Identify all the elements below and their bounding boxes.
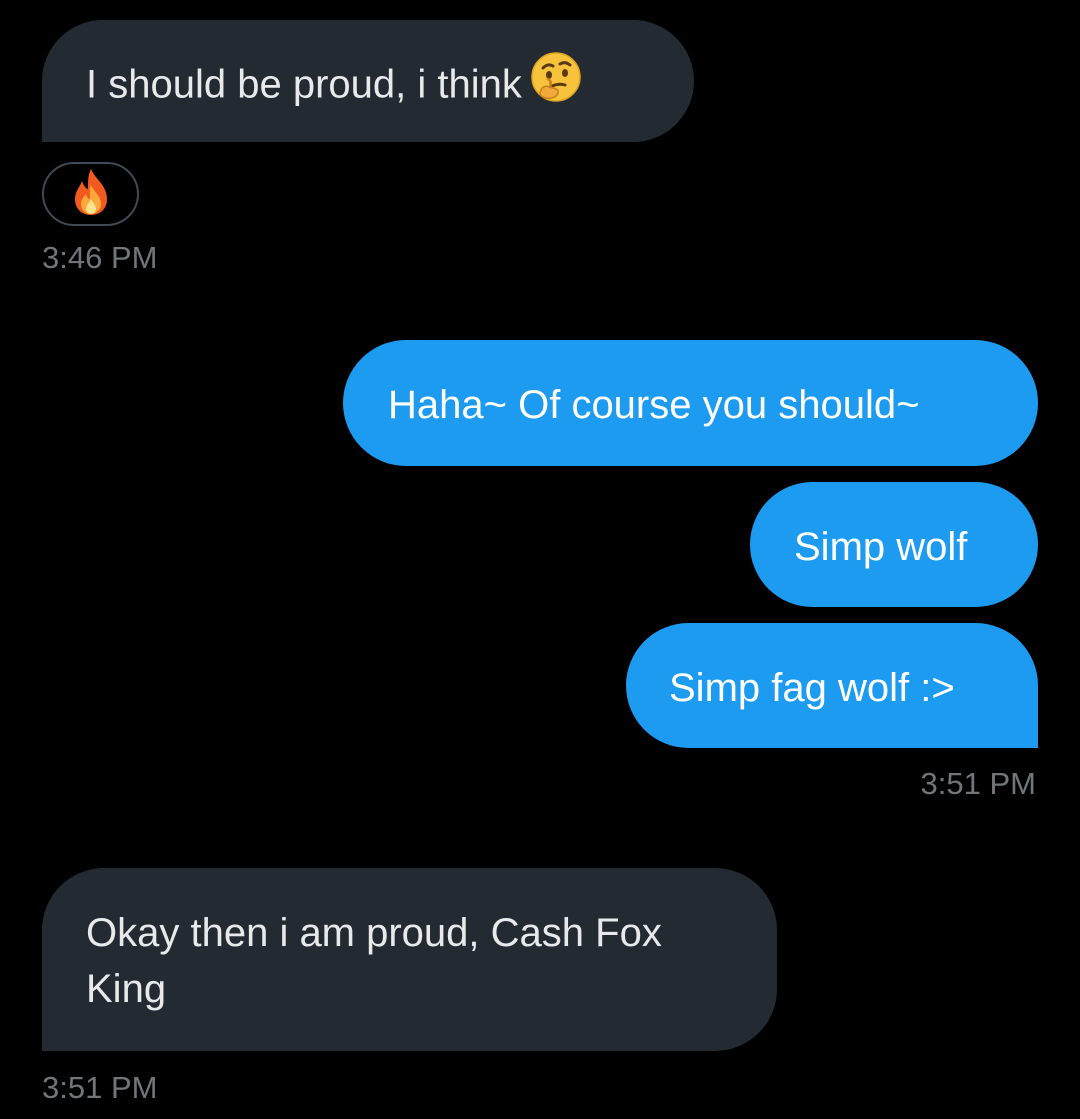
- reaction-pill[interactable]: [42, 162, 139, 226]
- message-text: Simp wolf: [794, 525, 968, 569]
- message-bubble-incoming[interactable]: I should be proud, i think: [42, 20, 694, 142]
- message-bubble-outgoing[interactable]: Haha~ Of course you should~: [343, 340, 1038, 466]
- message-text: Haha~ Of course you should~: [388, 383, 920, 427]
- fire-icon: [69, 167, 113, 222]
- thinking-face-icon: [530, 51, 582, 117]
- message-text: Simp fag wolf :>: [669, 666, 955, 710]
- message-bubble-outgoing[interactable]: Simp fag wolf :>: [626, 623, 1038, 748]
- message-timestamp: 3:46 PM: [42, 240, 158, 275]
- message-text: Okay then i am proud, Cash Fox King: [86, 911, 662, 1011]
- message-bubble-incoming[interactable]: Okay then i am proud, Cash Fox King: [42, 868, 777, 1051]
- message-text: I should be proud, i think: [86, 62, 522, 107]
- message-timestamp: 3:51 PM: [920, 766, 1036, 801]
- message-timestamp: 3:51 PM: [42, 1070, 158, 1105]
- message-bubble-outgoing[interactable]: Simp wolf: [750, 482, 1038, 607]
